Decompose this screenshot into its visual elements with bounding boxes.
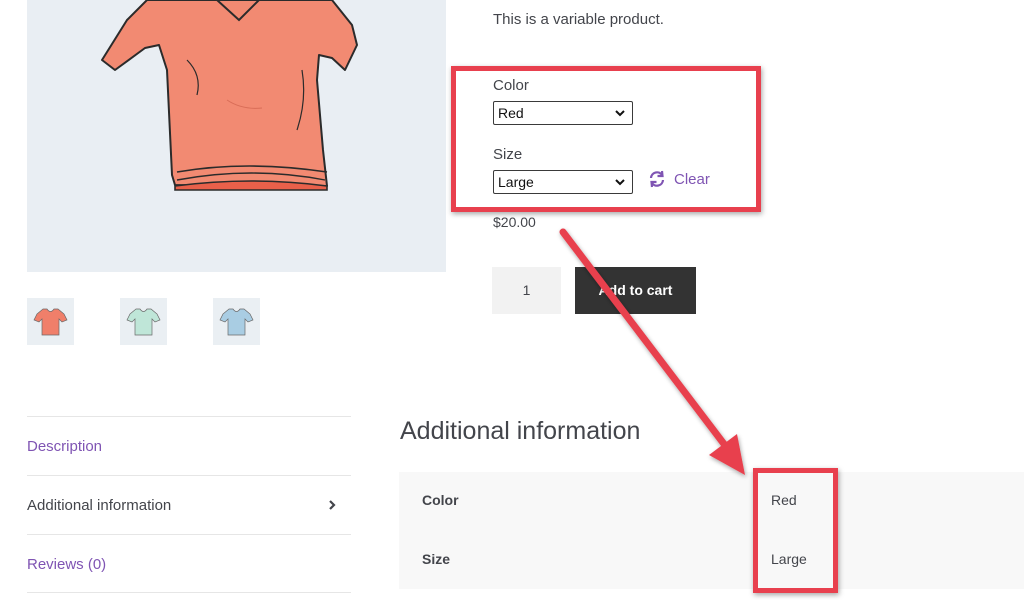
highlight-box-variations: [451, 66, 761, 212]
chevron-right-icon: [329, 500, 336, 510]
panel-title: Additional information: [400, 417, 641, 445]
tab-additional-information-label: Additional information: [27, 497, 172, 514]
attribute-name: Color: [422, 492, 459, 508]
tab-reviews[interactable]: Reviews (0): [27, 534, 351, 593]
tab-reviews-label: Reviews (0): [27, 556, 107, 573]
tab-description[interactable]: Description: [27, 416, 351, 475]
gallery-thumbnail-red[interactable]: [27, 298, 74, 345]
tshirt-thumb-icon: [33, 308, 68, 336]
tabs-divider: [27, 592, 351, 593]
attribute-name: Size: [422, 551, 451, 567]
tab-description-label: Description: [27, 438, 103, 455]
tshirt-thumb-icon: [126, 308, 161, 336]
product-short-description: This is a variable product.: [493, 11, 664, 28]
gallery-thumbnail-blue[interactable]: [213, 298, 260, 345]
tab-additional-information[interactable]: Additional information: [27, 475, 351, 534]
tshirt-thumb-icon: [219, 308, 254, 336]
highlight-box-values: [753, 468, 838, 593]
table-row: Size Large: [399, 531, 1024, 589]
gallery-thumbnail-green[interactable]: [120, 298, 167, 345]
product-main-image[interactable]: [27, 0, 446, 272]
attributes-table: Color Red Size Large: [399, 472, 1024, 589]
product-price: $20.00: [493, 214, 536, 230]
add-to-cart-button[interactable]: Add to cart: [575, 267, 696, 314]
quantity-input[interactable]: 1: [492, 267, 561, 314]
table-row: Color Red: [399, 472, 1024, 530]
tshirt-illustration: [101, 0, 358, 191]
